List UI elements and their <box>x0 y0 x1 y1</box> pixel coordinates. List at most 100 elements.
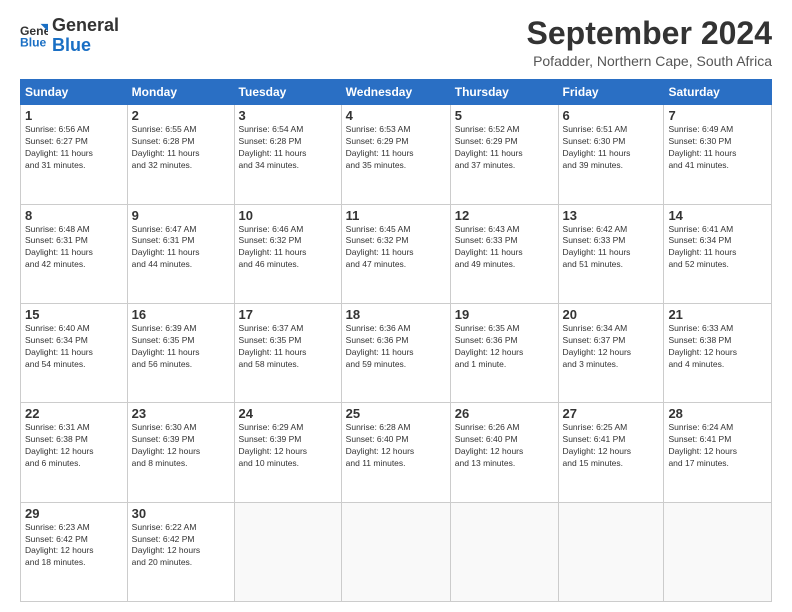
day-info: Sunrise: 6:28 AM Sunset: 6:40 PM Dayligh… <box>346 422 446 470</box>
day-cell <box>558 502 664 601</box>
day-cell: 26Sunrise: 6:26 AM Sunset: 6:40 PM Dayli… <box>450 403 558 502</box>
day-cell <box>450 502 558 601</box>
day-cell: 3Sunrise: 6:54 AM Sunset: 6:28 PM Daylig… <box>234 105 341 204</box>
col-sunday: Sunday <box>21 80 128 105</box>
day-info: Sunrise: 6:51 AM Sunset: 6:30 PM Dayligh… <box>563 124 660 172</box>
day-number: 20 <box>563 307 660 322</box>
week-row-1: 1Sunrise: 6:56 AM Sunset: 6:27 PM Daylig… <box>21 105 772 204</box>
day-info: Sunrise: 6:33 AM Sunset: 6:38 PM Dayligh… <box>668 323 767 371</box>
day-number: 5 <box>455 108 554 123</box>
day-info: Sunrise: 6:46 AM Sunset: 6:32 PM Dayligh… <box>239 224 337 272</box>
day-cell: 11Sunrise: 6:45 AM Sunset: 6:32 PM Dayli… <box>341 204 450 303</box>
day-cell: 19Sunrise: 6:35 AM Sunset: 6:36 PM Dayli… <box>450 303 558 402</box>
day-cell: 15Sunrise: 6:40 AM Sunset: 6:34 PM Dayli… <box>21 303 128 402</box>
day-info: Sunrise: 6:56 AM Sunset: 6:27 PM Dayligh… <box>25 124 123 172</box>
day-info: Sunrise: 6:37 AM Sunset: 6:35 PM Dayligh… <box>239 323 337 371</box>
day-number: 9 <box>132 208 230 223</box>
day-number: 21 <box>668 307 767 322</box>
day-cell: 12Sunrise: 6:43 AM Sunset: 6:33 PM Dayli… <box>450 204 558 303</box>
location-title: Pofadder, Northern Cape, South Africa <box>527 53 772 69</box>
day-cell: 23Sunrise: 6:30 AM Sunset: 6:39 PM Dayli… <box>127 403 234 502</box>
day-cell: 24Sunrise: 6:29 AM Sunset: 6:39 PM Dayli… <box>234 403 341 502</box>
day-info: Sunrise: 6:25 AM Sunset: 6:41 PM Dayligh… <box>563 422 660 470</box>
day-cell: 16Sunrise: 6:39 AM Sunset: 6:35 PM Dayli… <box>127 303 234 402</box>
day-number: 6 <box>563 108 660 123</box>
day-cell: 14Sunrise: 6:41 AM Sunset: 6:34 PM Dayli… <box>664 204 772 303</box>
day-cell: 9Sunrise: 6:47 AM Sunset: 6:31 PM Daylig… <box>127 204 234 303</box>
day-info: Sunrise: 6:23 AM Sunset: 6:42 PM Dayligh… <box>25 522 123 570</box>
day-cell: 7Sunrise: 6:49 AM Sunset: 6:30 PM Daylig… <box>664 105 772 204</box>
day-number: 19 <box>455 307 554 322</box>
col-tuesday: Tuesday <box>234 80 341 105</box>
header: General Blue General Blue September 2024… <box>20 16 772 69</box>
day-number: 16 <box>132 307 230 322</box>
day-cell: 8Sunrise: 6:48 AM Sunset: 6:31 PM Daylig… <box>21 204 128 303</box>
col-saturday: Saturday <box>664 80 772 105</box>
day-info: Sunrise: 6:36 AM Sunset: 6:36 PM Dayligh… <box>346 323 446 371</box>
day-cell <box>341 502 450 601</box>
day-number: 26 <box>455 406 554 421</box>
day-info: Sunrise: 6:22 AM Sunset: 6:42 PM Dayligh… <box>132 522 230 570</box>
logo-text: General Blue <box>52 16 119 56</box>
day-number: 4 <box>346 108 446 123</box>
day-info: Sunrise: 6:55 AM Sunset: 6:28 PM Dayligh… <box>132 124 230 172</box>
calendar-table: Sunday Monday Tuesday Wednesday Thursday… <box>20 79 772 602</box>
day-number: 17 <box>239 307 337 322</box>
day-number: 25 <box>346 406 446 421</box>
day-number: 28 <box>668 406 767 421</box>
day-number: 3 <box>239 108 337 123</box>
col-thursday: Thursday <box>450 80 558 105</box>
day-cell: 27Sunrise: 6:25 AM Sunset: 6:41 PM Dayli… <box>558 403 664 502</box>
day-info: Sunrise: 6:31 AM Sunset: 6:38 PM Dayligh… <box>25 422 123 470</box>
day-info: Sunrise: 6:42 AM Sunset: 6:33 PM Dayligh… <box>563 224 660 272</box>
day-number: 12 <box>455 208 554 223</box>
day-number: 13 <box>563 208 660 223</box>
col-friday: Friday <box>558 80 664 105</box>
day-cell <box>234 502 341 601</box>
col-monday: Monday <box>127 80 234 105</box>
day-cell: 4Sunrise: 6:53 AM Sunset: 6:29 PM Daylig… <box>341 105 450 204</box>
day-cell: 13Sunrise: 6:42 AM Sunset: 6:33 PM Dayli… <box>558 204 664 303</box>
day-cell: 5Sunrise: 6:52 AM Sunset: 6:29 PM Daylig… <box>450 105 558 204</box>
day-info: Sunrise: 6:34 AM Sunset: 6:37 PM Dayligh… <box>563 323 660 371</box>
day-info: Sunrise: 6:35 AM Sunset: 6:36 PM Dayligh… <box>455 323 554 371</box>
day-cell: 20Sunrise: 6:34 AM Sunset: 6:37 PM Dayli… <box>558 303 664 402</box>
week-row-4: 22Sunrise: 6:31 AM Sunset: 6:38 PM Dayli… <box>21 403 772 502</box>
svg-text:Blue: Blue <box>20 35 47 49</box>
logo-icon: General Blue <box>20 22 48 50</box>
day-cell: 28Sunrise: 6:24 AM Sunset: 6:41 PM Dayli… <box>664 403 772 502</box>
day-cell: 30Sunrise: 6:22 AM Sunset: 6:42 PM Dayli… <box>127 502 234 601</box>
day-number: 8 <box>25 208 123 223</box>
col-wednesday: Wednesday <box>341 80 450 105</box>
day-number: 10 <box>239 208 337 223</box>
day-number: 15 <box>25 307 123 322</box>
title-block: September 2024 Pofadder, Northern Cape, … <box>527 16 772 69</box>
week-row-3: 15Sunrise: 6:40 AM Sunset: 6:34 PM Dayli… <box>21 303 772 402</box>
month-title: September 2024 <box>527 16 772 51</box>
day-number: 18 <box>346 307 446 322</box>
day-cell: 29Sunrise: 6:23 AM Sunset: 6:42 PM Dayli… <box>21 502 128 601</box>
day-number: 7 <box>668 108 767 123</box>
day-info: Sunrise: 6:39 AM Sunset: 6:35 PM Dayligh… <box>132 323 230 371</box>
day-info: Sunrise: 6:24 AM Sunset: 6:41 PM Dayligh… <box>668 422 767 470</box>
day-info: Sunrise: 6:41 AM Sunset: 6:34 PM Dayligh… <box>668 224 767 272</box>
day-info: Sunrise: 6:53 AM Sunset: 6:29 PM Dayligh… <box>346 124 446 172</box>
day-number: 30 <box>132 506 230 521</box>
day-cell: 17Sunrise: 6:37 AM Sunset: 6:35 PM Dayli… <box>234 303 341 402</box>
day-cell: 10Sunrise: 6:46 AM Sunset: 6:32 PM Dayli… <box>234 204 341 303</box>
day-cell: 25Sunrise: 6:28 AM Sunset: 6:40 PM Dayli… <box>341 403 450 502</box>
day-cell: 2Sunrise: 6:55 AM Sunset: 6:28 PM Daylig… <box>127 105 234 204</box>
day-info: Sunrise: 6:40 AM Sunset: 6:34 PM Dayligh… <box>25 323 123 371</box>
day-number: 2 <box>132 108 230 123</box>
day-number: 11 <box>346 208 446 223</box>
header-row: Sunday Monday Tuesday Wednesday Thursday… <box>21 80 772 105</box>
day-cell: 22Sunrise: 6:31 AM Sunset: 6:38 PM Dayli… <box>21 403 128 502</box>
day-cell <box>664 502 772 601</box>
day-info: Sunrise: 6:30 AM Sunset: 6:39 PM Dayligh… <box>132 422 230 470</box>
day-cell: 18Sunrise: 6:36 AM Sunset: 6:36 PM Dayli… <box>341 303 450 402</box>
day-info: Sunrise: 6:54 AM Sunset: 6:28 PM Dayligh… <box>239 124 337 172</box>
day-info: Sunrise: 6:49 AM Sunset: 6:30 PM Dayligh… <box>668 124 767 172</box>
day-cell: 6Sunrise: 6:51 AM Sunset: 6:30 PM Daylig… <box>558 105 664 204</box>
day-info: Sunrise: 6:29 AM Sunset: 6:39 PM Dayligh… <box>239 422 337 470</box>
day-cell: 21Sunrise: 6:33 AM Sunset: 6:38 PM Dayli… <box>664 303 772 402</box>
